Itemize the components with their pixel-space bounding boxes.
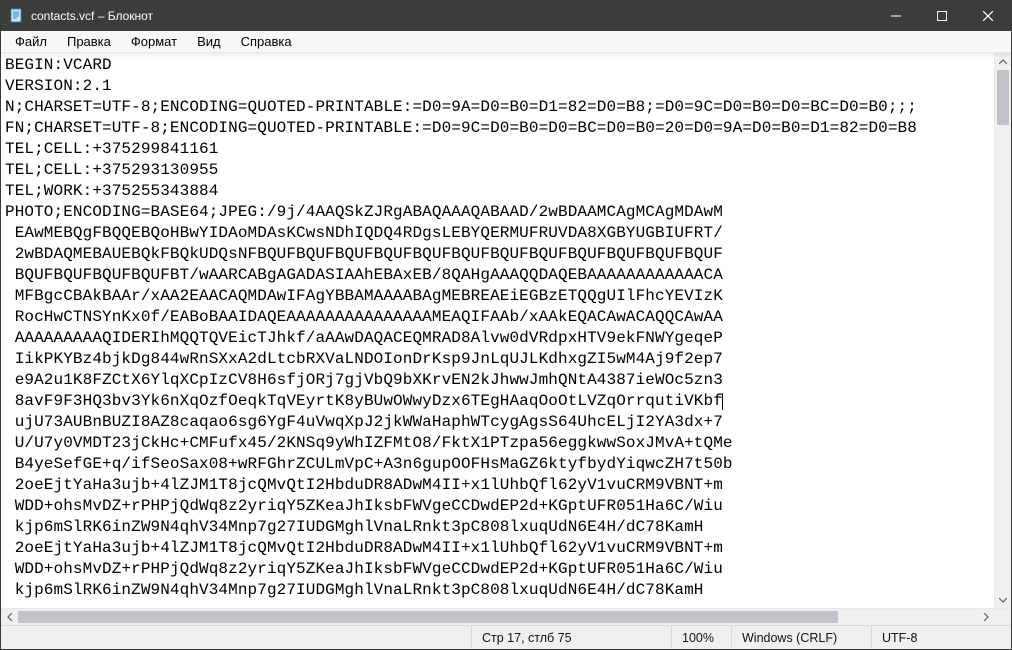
scroll-up-button[interactable] [995, 53, 1011, 70]
status-line-ending: Windows (CRLF) [731, 626, 871, 649]
scroll-left-button[interactable] [1, 609, 18, 625]
horizontal-scrollbar[interactable] [1, 608, 1011, 625]
chevron-left-icon [7, 613, 13, 621]
editor-area: BEGIN:VCARD VERSION:2.1 N;CHARSET=UTF-8;… [1, 53, 1011, 608]
hscroll-track[interactable] [18, 609, 977, 625]
minimize-icon [891, 11, 901, 21]
scroll-right-button[interactable] [977, 609, 994, 625]
chevron-right-icon [983, 613, 989, 621]
menubar: Файл Правка Формат Вид Справка [1, 31, 1011, 53]
window-title: contacts.vcf – Блокнот [31, 9, 873, 23]
hscroll-thumb[interactable] [18, 611, 838, 623]
notepad-window: contacts.vcf – Блокнот Файл Правка Форма… [0, 0, 1012, 650]
status-encoding: UTF-8 [871, 626, 1011, 649]
menu-view[interactable]: Вид [187, 32, 231, 51]
vscroll-track[interactable] [995, 70, 1011, 591]
text-content[interactable]: BEGIN:VCARD VERSION:2.1 N;CHARSET=UTF-8;… [1, 53, 994, 608]
menu-file[interactable]: Файл [5, 32, 57, 51]
menu-edit[interactable]: Правка [57, 32, 121, 51]
titlebar[interactable]: contacts.vcf – Блокнот [1, 1, 1011, 31]
status-zoom: 100% [671, 626, 731, 649]
close-icon [983, 11, 993, 21]
minimize-button[interactable] [873, 1, 919, 31]
status-position: Стр 17, стлб 75 [471, 626, 671, 649]
notepad-icon [9, 8, 25, 24]
menu-format[interactable]: Формат [121, 32, 187, 51]
vertical-scrollbar[interactable] [994, 53, 1011, 608]
maximize-button[interactable] [919, 1, 965, 31]
maximize-icon [937, 11, 947, 21]
statusbar-spacer [1, 626, 471, 649]
chevron-up-icon [999, 59, 1007, 65]
menu-help[interactable]: Справка [231, 32, 302, 51]
scroll-corner [994, 609, 1011, 625]
close-button[interactable] [965, 1, 1011, 31]
scroll-down-button[interactable] [995, 591, 1011, 608]
vscroll-thumb[interactable] [997, 70, 1009, 125]
statusbar: Стр 17, стлб 75 100% Windows (CRLF) UTF-… [1, 625, 1011, 649]
chevron-down-icon [999, 597, 1007, 603]
